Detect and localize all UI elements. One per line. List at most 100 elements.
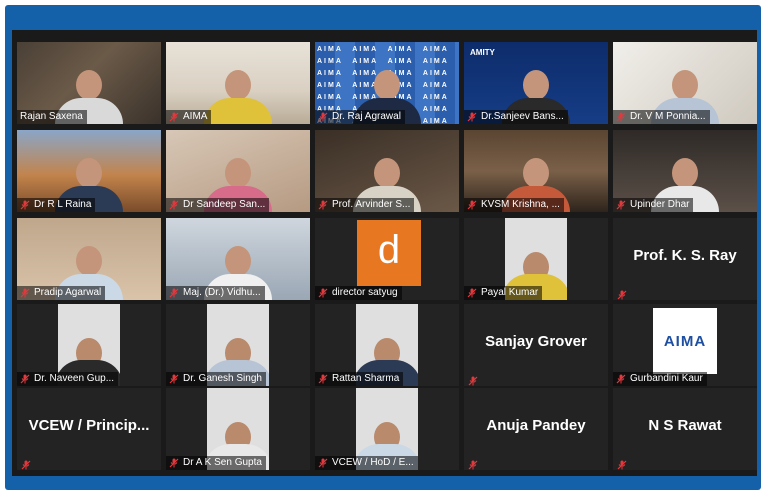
participant-name: Upinder Dhar	[630, 199, 690, 210]
participant-tile[interactable]: Rattan Sharma	[315, 304, 459, 386]
participant-name: KVSM Krishna, ...	[481, 199, 560, 210]
muted-mic-icon	[318, 112, 328, 122]
participant-tile[interactable]: Dr Sandeep San...	[166, 130, 310, 212]
muted-mic-icon	[468, 373, 478, 386]
participant-tile[interactable]: Dr R L Raina	[17, 130, 161, 212]
participant-display-name: Anuja Pandey	[486, 417, 586, 434]
participant-name: Dr. Ganesh Singh	[183, 373, 262, 384]
participant-name-label: Payal Kumar	[464, 286, 543, 300]
participant-name-label: Maj. (Dr.) Vidhu...	[166, 286, 265, 300]
muted-mic-icon	[318, 288, 328, 298]
muted-mic-icon	[169, 374, 179, 384]
participant-name-label: Dr. Ganesh Singh	[166, 372, 266, 386]
muted-mic-icon	[617, 457, 627, 470]
participant-name: Dr. Raj Agrawal	[332, 111, 401, 122]
participant-display-name: Prof. K. S. Ray	[633, 247, 737, 264]
participant-tile[interactable]: VCEW / Princip...	[17, 388, 161, 470]
participant-name: Gurbandini Kaur	[630, 373, 703, 384]
participant-name-label: Dr. Raj Agrawal	[315, 110, 405, 124]
muted-mic-icon	[169, 288, 179, 298]
muted-mic-icon	[318, 458, 328, 468]
participant-tile[interactable]: Maj. (Dr.) Vidhu...	[166, 218, 310, 300]
participant-name-label: Dr Sandeep San...	[166, 198, 270, 212]
participant-tile[interactable]: Pradip Agarwal	[17, 218, 161, 300]
participant-tile[interactable]: Prof. K. S. Ray	[613, 218, 757, 300]
participant-name: AIMA	[183, 111, 208, 122]
participant-tile[interactable]: Dr. Naveen Gup...	[17, 304, 161, 386]
participant-name-label: VCEW / HoD / E...	[315, 456, 418, 470]
participant-tile[interactable]: AIMA Gurbandini Kaur	[613, 304, 757, 386]
participant-tile[interactable]: Dr A K Sen Gupta	[166, 388, 310, 470]
participant-name-label: Upinder Dhar	[613, 198, 694, 212]
muted-mic-icon	[467, 200, 477, 210]
satyug-logo: d	[357, 220, 421, 286]
participant-tile[interactable]: Anuja Pandey	[464, 388, 608, 470]
muted-mic-icon	[169, 200, 179, 210]
participant-name: Dr R L Raina	[34, 199, 92, 210]
video-gallery: Rajan Saxena AIMA AIMA AIMA AIMA AIMA AIMA…	[12, 30, 757, 476]
participant-name: Prof. Arvinder S...	[332, 199, 411, 210]
amity-logo-text: AMITY	[470, 48, 495, 57]
participant-name: Dr. Naveen Gup...	[34, 373, 115, 384]
participant-tile[interactable]: Dr. V M Ponnia...	[613, 42, 757, 124]
participant-name-label: Dr A K Sen Gupta	[166, 456, 266, 470]
muted-mic-icon	[21, 457, 31, 470]
participant-tile[interactable]: Rajan Saxena	[17, 42, 161, 124]
participant-name-label: Dr R L Raina	[17, 198, 96, 212]
aima-logo-text: AIMA	[663, 332, 707, 350]
muted-mic-icon	[616, 200, 626, 210]
participant-display-name: Sanjay Grover	[485, 333, 587, 350]
participant-name-label: director satyug	[315, 286, 402, 300]
muted-mic-icon	[616, 374, 626, 384]
participant-name: Maj. (Dr.) Vidhu...	[183, 287, 261, 298]
muted-mic-icon	[616, 112, 626, 122]
participant-tile[interactable]: Payal Kumar	[464, 218, 608, 300]
muted-mic-icon	[20, 288, 30, 298]
participant-tile[interactable]: Dr. Ganesh Singh	[166, 304, 310, 386]
participant-tile[interactable]: N S Rawat	[613, 388, 757, 470]
participant-tile[interactable]: AMITY Dr.Sanjeev Bans...	[464, 42, 608, 124]
muted-mic-icon	[467, 112, 477, 122]
participant-name-label: Rajan Saxena	[17, 110, 87, 124]
aima-logo: AIMA	[653, 308, 717, 374]
muted-mic-icon	[318, 200, 328, 210]
muted-mic-icon	[468, 457, 478, 470]
participant-tile[interactable]: Sanjay Grover	[464, 304, 608, 386]
participant-name-label: Dr.Sanjeev Bans...	[464, 110, 568, 124]
participant-name: Dr. V M Ponnia...	[630, 111, 706, 122]
participant-name: Dr Sandeep San...	[183, 199, 266, 210]
muted-mic-icon	[467, 288, 477, 298]
participant-name-label: Dr. V M Ponnia...	[613, 110, 710, 124]
muted-mic-icon	[318, 374, 328, 384]
participant-name-label: Pradip Agarwal	[17, 286, 106, 300]
participant-name: VCEW / HoD / E...	[332, 457, 414, 468]
participant-name: Rajan Saxena	[20, 111, 83, 122]
participant-name: Pradip Agarwal	[34, 287, 102, 298]
participant-name-label: AIMA	[166, 110, 212, 124]
participant-tile[interactable]: AIMA	[166, 42, 310, 124]
participant-name-label: Dr. Naveen Gup...	[17, 372, 119, 386]
muted-mic-icon	[617, 287, 627, 300]
participant-tile[interactable]: Upinder Dhar	[613, 130, 757, 212]
participant-figure	[203, 66, 273, 124]
muted-mic-icon	[169, 458, 179, 468]
participant-tile[interactable]: KVSM Krishna, ...	[464, 130, 608, 212]
participant-name: Payal Kumar	[481, 287, 539, 298]
participant-tile[interactable]: VCEW / HoD / E...	[315, 388, 459, 470]
participant-display-name: VCEW / Princip...	[28, 417, 150, 434]
participant-name-label: Prof. Arvinder S...	[315, 198, 415, 212]
participant-name: Dr.Sanjeev Bans...	[481, 111, 564, 122]
participant-tile[interactable]: AIMA AIMA AIMA AIMA AIMA AIMA AIMA AIMA …	[315, 42, 459, 124]
participant-display-name: N S Rawat	[648, 417, 722, 434]
participant-name-label: Rattan Sharma	[315, 372, 404, 386]
participant-tile[interactable]: d director satyug	[315, 218, 459, 300]
participant-name: director satyug	[332, 287, 398, 298]
participant-name-label: KVSM Krishna, ...	[464, 198, 564, 212]
participant-name: Dr A K Sen Gupta	[183, 457, 262, 468]
muted-mic-icon	[20, 374, 30, 384]
muted-mic-icon	[20, 200, 30, 210]
participant-name: Rattan Sharma	[332, 373, 400, 384]
muted-mic-icon	[169, 112, 179, 122]
participant-name-label: Gurbandini Kaur	[613, 372, 707, 386]
participant-tile[interactable]: Prof. Arvinder S...	[315, 130, 459, 212]
